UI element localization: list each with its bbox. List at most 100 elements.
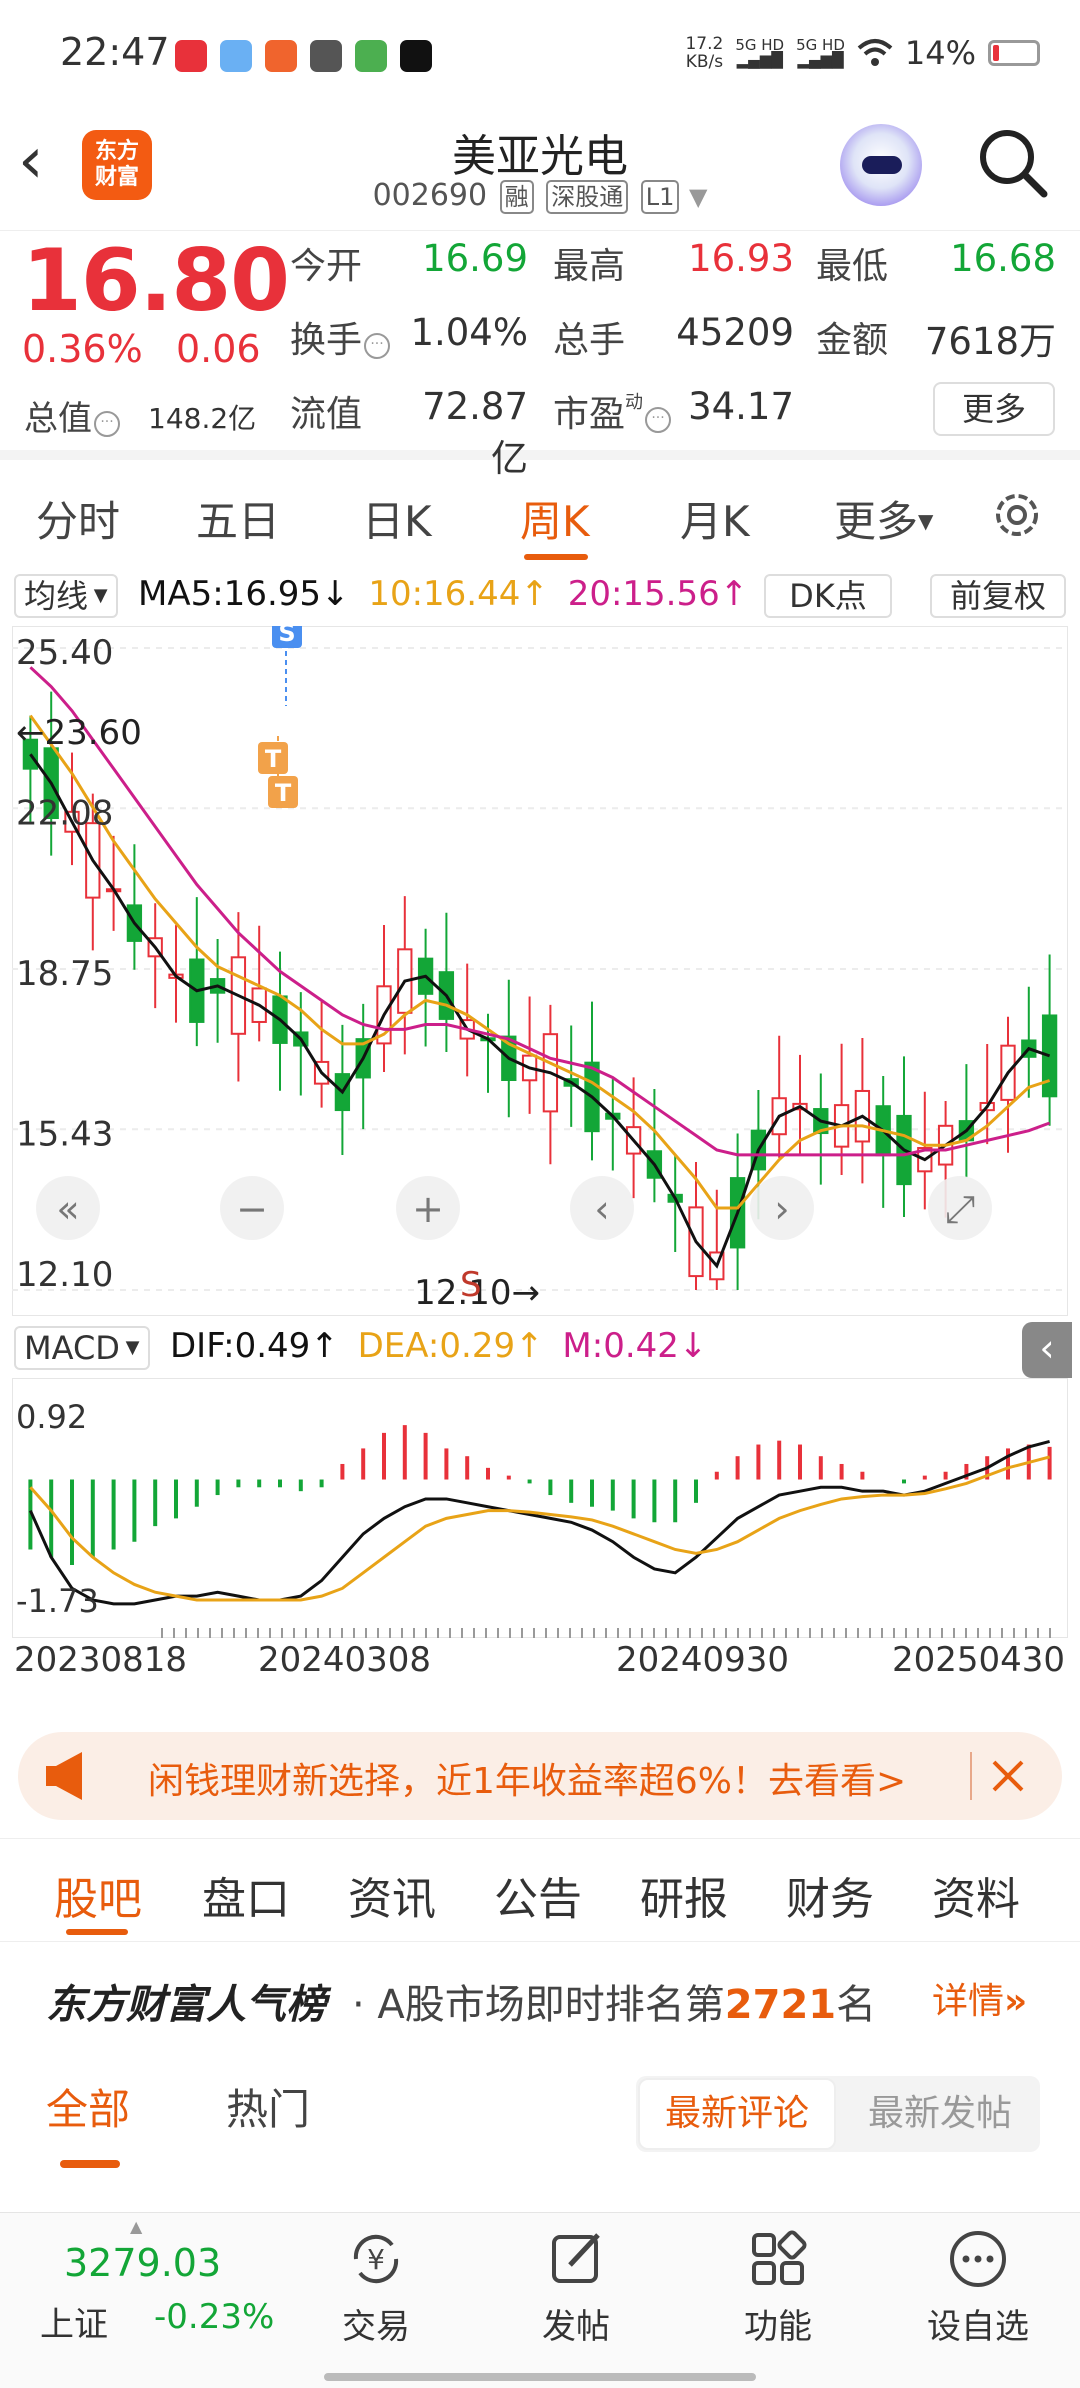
info-icon[interactable]: ···: [645, 407, 672, 433]
notification-app-icon: [355, 40, 387, 72]
trade-icon: ¥: [353, 2234, 399, 2284]
index-name[interactable]: 上证: [40, 2297, 108, 2346]
dk-point-button[interactable]: DK点: [764, 574, 892, 618]
tab-more[interactable]: 更多▼: [834, 488, 933, 549]
market-cap-label[interactable]: 总值 ···: [24, 391, 120, 440]
m-value: M:0.42: [562, 1326, 679, 1366]
notification-app-icon: [400, 40, 432, 72]
nav-post[interactable]: 发帖: [506, 2227, 646, 2348]
control-glyph: −: [236, 1187, 268, 1231]
bottom-nav: ▲ 3279.03 上证 -0.23% ¥ 交易 发帖 功能 设自选: [0, 2212, 1080, 2388]
macd-selector[interactable]: MACD ▼: [14, 1326, 150, 1370]
tab-weekly-k[interactable]: 周K: [520, 488, 590, 549]
more-icon: [950, 2231, 1006, 2287]
candlestick-chart[interactable]: 25.4022.0818.7515.4312.10←23.6012.10→ ST…: [12, 626, 1068, 1316]
nav-functions[interactable]: 功能: [708, 2227, 848, 2348]
chevron-down-icon[interactable]: ▼: [689, 183, 707, 211]
gear-icon[interactable]: [990, 488, 1044, 542]
info-icon[interactable]: ···: [364, 333, 391, 359]
rank-number: 2721: [724, 1982, 837, 2028]
tab-research[interactable]: 研报: [640, 1863, 728, 1927]
tab-daily-k[interactable]: 日K: [362, 488, 432, 549]
scroll-left-icon[interactable]: «: [36, 1176, 100, 1240]
ma-values: MA5:16.95↓ 10:16.44↑ 20:15.56↑: [138, 574, 749, 614]
amount-value: 7618万: [924, 320, 1056, 363]
margin-tag: 融: [499, 180, 534, 214]
search-icon[interactable]: [974, 124, 1050, 200]
signal-icon: 5G HD ▂▄▆█: [735, 36, 785, 69]
ma5-value: MA5:16.95: [138, 574, 322, 614]
y-tick-label: 22.08: [16, 793, 113, 833]
next-icon[interactable]: ›: [750, 1176, 814, 1240]
open-label: 今开: [290, 246, 363, 287]
index-change[interactable]: -0.23%: [154, 2297, 274, 2337]
caret-up-icon: ▲: [130, 2217, 143, 2236]
tab-five-day[interactable]: 五日: [196, 488, 280, 549]
open-value: 16.69: [422, 237, 528, 280]
level-tag: L1: [640, 180, 680, 214]
nav-add-watchlist[interactable]: 设自选: [908, 2227, 1048, 2348]
notification-app-icon: [175, 40, 207, 72]
fullscreen-icon[interactable]: ⤢: [928, 1176, 992, 1240]
stock-code-row: 002690 融 深股通 L1 ▼: [0, 178, 1080, 214]
absolute-change: 0.06: [176, 327, 261, 371]
tab-news[interactable]: 资讯: [348, 1863, 436, 1927]
signal-s-label: S: [460, 1265, 482, 1305]
ma10-value: 10:16.44: [368, 574, 521, 614]
post-icon: [552, 2233, 600, 2283]
control-glyph: ›: [774, 1187, 789, 1231]
tab-orderbook[interactable]: 盘口: [202, 1863, 290, 1927]
tab-monthly-k[interactable]: 月K: [680, 488, 750, 549]
market-cap-value: 148.2亿: [148, 402, 257, 435]
info-icon[interactable]: ···: [94, 411, 120, 437]
tab-finance[interactable]: 财务: [786, 1863, 874, 1927]
ma-selector[interactable]: 均线 ▼: [14, 574, 118, 618]
status-time: 22:47: [60, 30, 170, 74]
tab-all[interactable]: 全部: [46, 2076, 130, 2137]
macd-values: DIF:0.49↑ DEA:0.29↑ M:0.42↓: [170, 1326, 708, 1366]
date-tick: 20240308: [258, 1640, 432, 1680]
tab-intraday[interactable]: 分时: [36, 488, 120, 549]
collapse-panel-button[interactable]: ‹: [1022, 1322, 1072, 1378]
amount-label: 金额: [816, 320, 889, 361]
net-speed: 17.2 KB/s: [685, 34, 724, 72]
trade-signal-label: T: [275, 779, 292, 807]
ma20-value: 20:15.56: [567, 574, 720, 614]
pe-label[interactable]: 市盈动···: [553, 385, 672, 437]
sort-latest-post[interactable]: 最新发帖: [842, 2078, 1038, 2150]
megaphone-icon: [46, 1752, 82, 1800]
nav-trade[interactable]: ¥ 交易: [306, 2227, 446, 2348]
last-price: 16.80: [22, 231, 290, 331]
notification-app-icon: [310, 40, 342, 72]
zoom-out-icon[interactable]: −: [220, 1176, 284, 1240]
trade-signal-label: T: [265, 745, 282, 773]
more-quote-button[interactable]: 更多: [933, 382, 1055, 436]
index-value[interactable]: 3279.03: [64, 2241, 221, 2285]
macd-chart[interactable]: 0.92 -1.73: [12, 1378, 1068, 1638]
section-tabs: 股吧 盘口 资讯 公告 研报 财务 资料: [0, 1838, 1080, 1942]
rank-detail-link[interactable]: 详情»: [932, 1972, 1027, 2024]
tab-profile[interactable]: 资料: [932, 1863, 1020, 1927]
turnover-label[interactable]: 换手 ···: [290, 311, 391, 363]
price-adjust-button[interactable]: 前复权: [930, 574, 1066, 618]
tab-hot[interactable]: 热门: [226, 2076, 310, 2137]
active-tab-indicator: [66, 1929, 128, 1935]
tab-announcements[interactable]: 公告: [494, 1863, 582, 1927]
promo-banner[interactable]: 闲钱理财新选择，近1年收益率超6%！去看看>: [18, 1732, 1062, 1820]
prev-icon[interactable]: ‹: [570, 1176, 634, 1240]
quote-panel: 16.80 0.36% 0.06 总值 ··· 148.2亿 今开 16.69 最…: [0, 230, 1080, 480]
y-tick-label: 18.75: [16, 954, 113, 994]
y-tick-label: 25.40: [16, 633, 113, 673]
sell-signal-label: S: [278, 626, 295, 647]
promo-text[interactable]: 闲钱理财新选择，近1年收益率超6%！去看看>: [148, 1752, 906, 1804]
tab-forum[interactable]: 股吧: [54, 1863, 142, 1927]
volume-label: 总手: [553, 320, 626, 361]
popularity-rank-row[interactable]: 东方财富人气榜 · A股市场即时排名第2721名 详情»: [0, 1942, 1080, 2052]
close-icon[interactable]: [978, 1746, 1038, 1806]
sort-latest-comment[interactable]: 最新评论: [638, 2078, 836, 2150]
high-label: 最高: [553, 246, 626, 287]
float-cap-value: 72.87亿: [422, 385, 528, 480]
zoom-in-icon[interactable]: +: [396, 1176, 460, 1240]
rank-title: 东方财富人气榜: [46, 1982, 326, 2028]
connect-tag: 深股通: [546, 180, 629, 214]
